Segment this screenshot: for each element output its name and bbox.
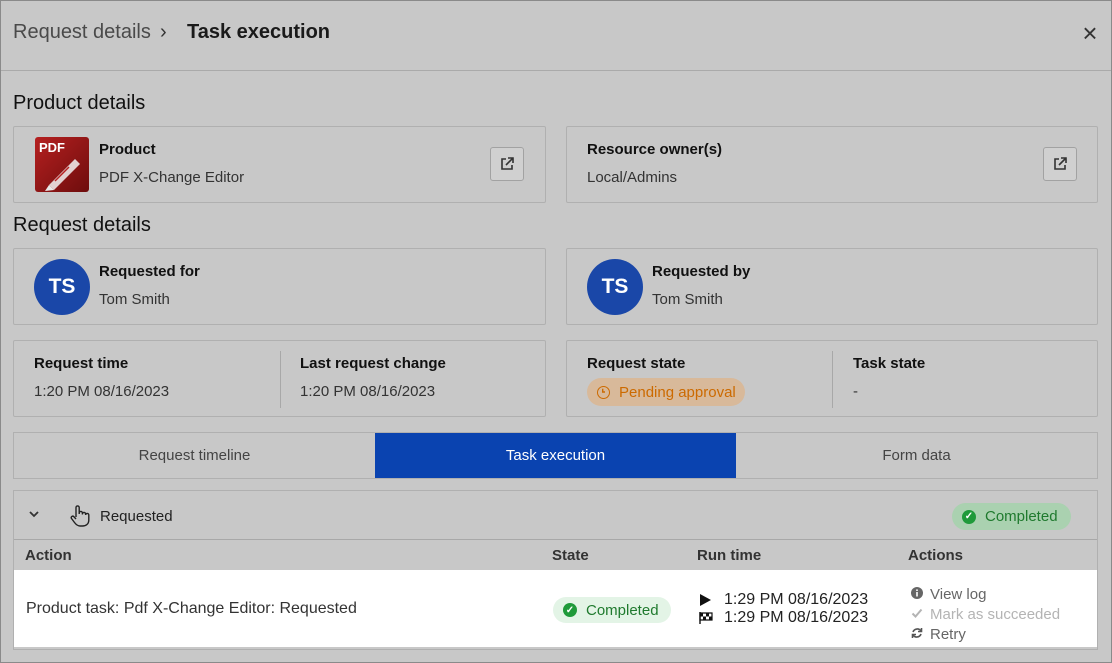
divider: [832, 351, 833, 408]
row-status-text: Completed: [586, 601, 659, 619]
mark-succeeded-action[interactable]: Mark as succeeded: [910, 606, 1060, 623]
last-change-label: Last request change: [300, 355, 446, 372]
requested-for-value: Tom Smith: [99, 291, 170, 308]
column-state: State: [552, 547, 589, 564]
retry-action[interactable]: Retry: [910, 626, 966, 643]
group-label: Requested: [100, 508, 173, 525]
requested-by-label: Requested by: [652, 263, 751, 280]
pending-approval-badge: Pending approval: [587, 378, 745, 406]
retry-label: Retry: [930, 626, 966, 643]
tab-form-data[interactable]: Form data: [736, 433, 1097, 478]
column-run-time: Run time: [697, 547, 762, 564]
last-change-value: 1:20 PM 08/16/2023: [300, 383, 436, 400]
resource-owner-card: Resource owner(s) Local/Admins: [566, 126, 1098, 203]
tab-request-timeline[interactable]: Request timeline: [14, 433, 375, 478]
request-time-value: 1:20 PM 08/16/2023: [34, 383, 170, 400]
resource-owner-label: Resource owner(s): [587, 141, 723, 158]
close-icon[interactable]: ×: [1078, 19, 1102, 47]
action-cell: Product task: Pdf X-Change Editor: Reque…: [26, 600, 357, 617]
table-header: Action State Run time Actions: [14, 539, 1097, 570]
column-actions: Actions: [908, 547, 964, 564]
group-status-badge: ✓ Completed: [952, 503, 1071, 530]
run-end-line: 1:29 PM 08/16/2023: [698, 609, 868, 627]
open-owner-button[interactable]: [1043, 147, 1077, 181]
breadcrumb-parent[interactable]: Request details: [13, 21, 151, 44]
product-details-title: Product details: [13, 92, 146, 114]
request-times-card: Request time 1:20 PM 08/16/2023 Last req…: [13, 340, 546, 417]
view-log-label: View log: [930, 586, 987, 603]
requested-by-card: TS Requested by Tom Smith: [566, 248, 1098, 325]
info-icon: [910, 587, 924, 602]
chevron-down-icon[interactable]: [27, 507, 41, 524]
product-label: Product: [99, 141, 156, 158]
product-value: PDF X-Change Editor: [99, 169, 245, 186]
pending-approval-text: Pending approval: [619, 383, 736, 401]
check-circle-icon: ✓: [563, 603, 577, 617]
finish-flag-icon: [699, 612, 713, 624]
request-time-label: Request time: [34, 355, 129, 372]
check-circle-icon: ✓: [962, 509, 976, 524]
play-icon: [700, 594, 711, 606]
avatar: TS: [587, 259, 643, 315]
refresh-icon: [910, 627, 924, 642]
pdf-product-icon: PDF: [35, 137, 89, 192]
mark-succeeded-label: Mark as succeeded: [930, 606, 1061, 623]
run-start-line: 1:29 PM 08/16/2023: [698, 591, 868, 609]
group-status-text: Completed: [985, 508, 1058, 525]
run-start-time: 1:29 PM 08/16/2023: [724, 591, 869, 608]
table-row: Product task: Pdf X-Change Editor: Reque…: [14, 570, 1097, 647]
external-link-icon: [1054, 157, 1067, 170]
task-state-value: -: [853, 383, 858, 400]
clock-icon: [597, 385, 610, 399]
check-icon: [910, 607, 924, 622]
request-state-label: Request state: [587, 355, 686, 372]
tab-bar: Request timeline Task execution Form dat…: [13, 432, 1098, 479]
run-end-time: 1:29 PM 08/16/2023: [724, 609, 869, 626]
requested-by-value: Tom Smith: [652, 291, 723, 308]
breadcrumb-current: Task execution: [187, 21, 331, 43]
product-card: PDF Product PDF X-Change Editor: [13, 126, 546, 203]
avatar: TS: [34, 259, 90, 315]
tab-task-execution[interactable]: Task execution: [375, 433, 736, 478]
requested-for-card: TS Requested for Tom Smith: [13, 248, 546, 325]
external-link-icon: [501, 157, 514, 170]
resource-owner-value: Local/Admins: [587, 169, 678, 186]
request-details-title: Request details: [13, 214, 151, 236]
open-product-button[interactable]: [490, 147, 524, 181]
view-log-action[interactable]: View log: [910, 586, 986, 603]
divider: [280, 351, 281, 408]
row-status-badge: ✓ Completed: [553, 597, 671, 623]
column-action: Action: [25, 547, 72, 564]
breadcrumb-separator: ›: [160, 21, 167, 43]
hand-pointer-icon: [69, 504, 91, 533]
task-state-label: Task state: [853, 355, 926, 372]
requested-for-label: Requested for: [99, 263, 200, 280]
dialog-header: Request details › Task execution ×: [1, 1, 1111, 71]
dialog: Request details › Task execution × Produ…: [0, 0, 1112, 663]
